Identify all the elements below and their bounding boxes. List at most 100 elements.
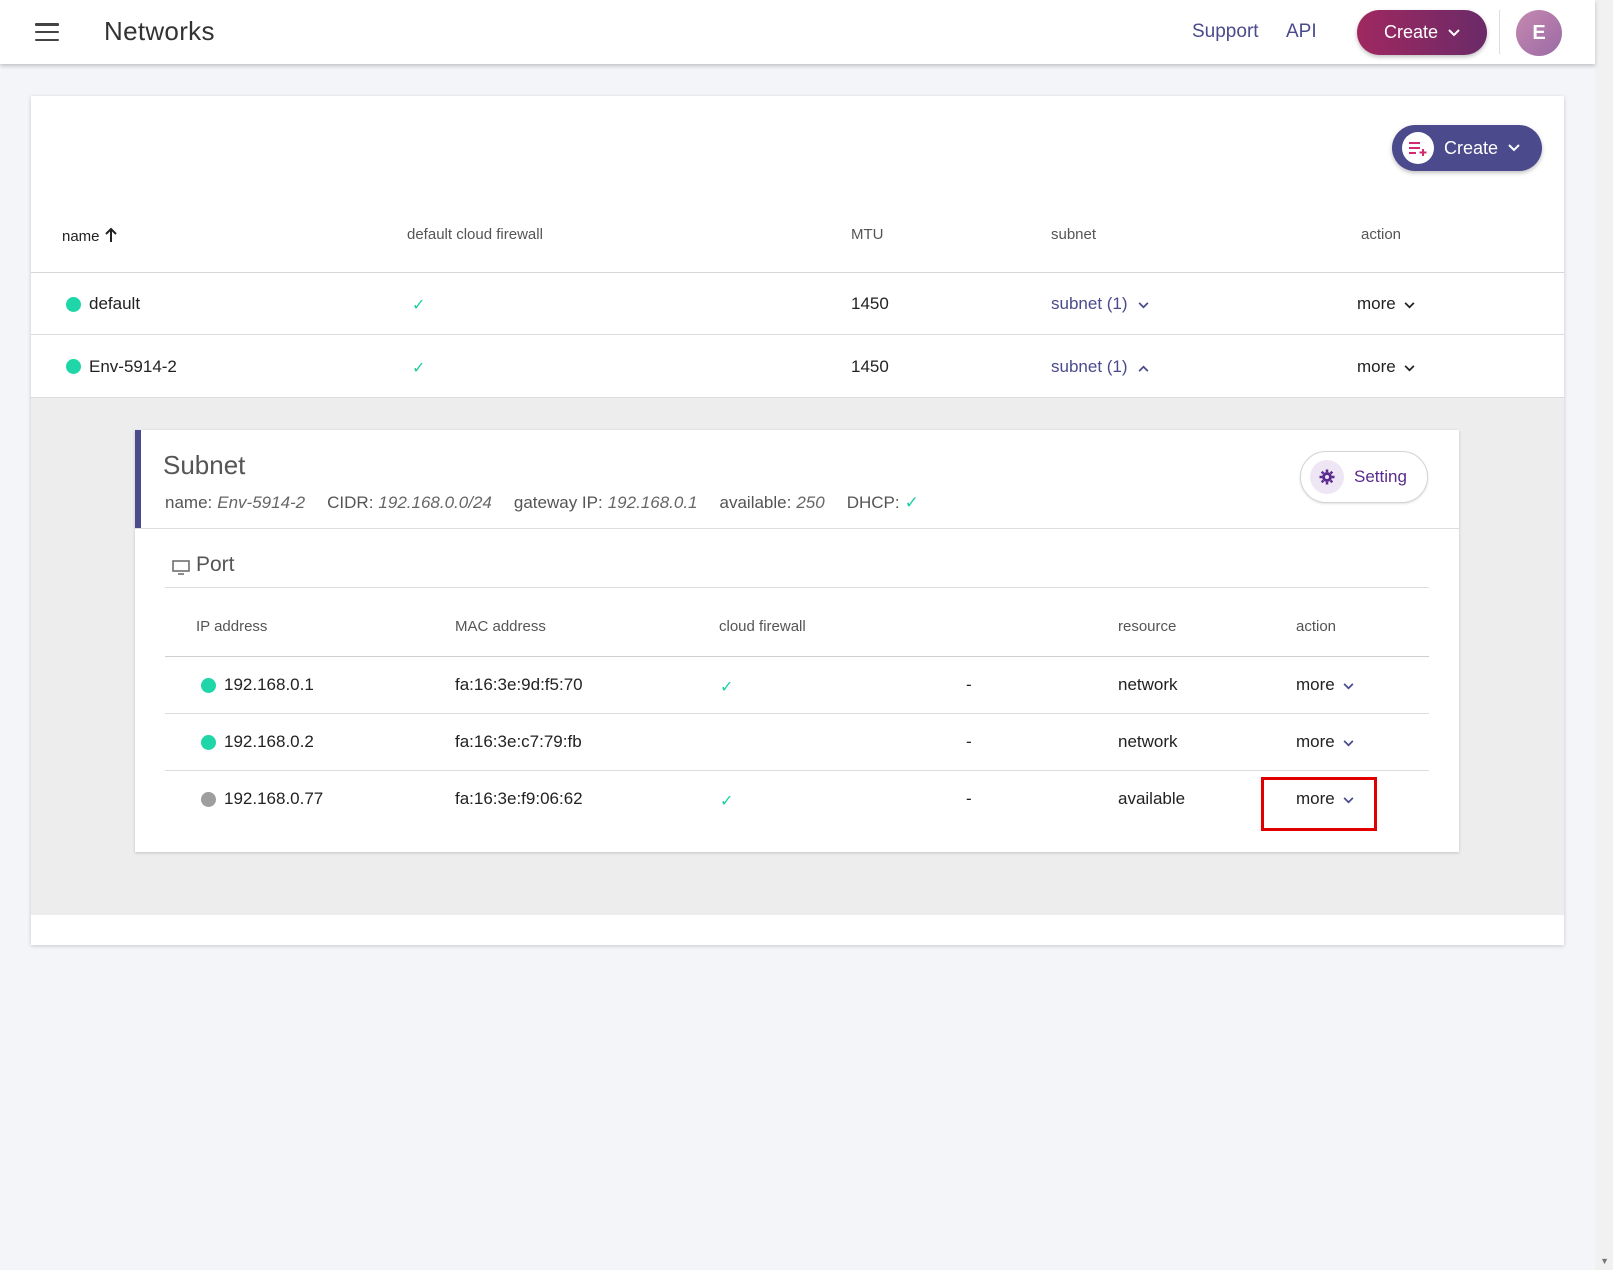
support-link[interactable]: Support	[1192, 21, 1259, 43]
port-header-mac: MAC address	[455, 618, 546, 635]
port-header-ip: IP address	[196, 618, 268, 635]
divider	[1499, 10, 1500, 54]
port-dash: -	[966, 732, 972, 751]
chevron-down-icon	[1404, 302, 1415, 309]
port-title-label: Port	[196, 553, 235, 576]
port-ip: 192.168.0.1	[224, 675, 314, 694]
check-icon: ✓	[904, 493, 919, 512]
more-menu[interactable]: more	[1296, 675, 1354, 695]
port-header-resource: resource	[1118, 618, 1177, 635]
gear-icon	[1310, 460, 1344, 494]
create-network-button[interactable]: Create	[1392, 125, 1542, 171]
more-label: more	[1357, 294, 1396, 313]
divider	[135, 528, 1459, 529]
card-create-label: Create	[1444, 137, 1499, 158]
port-section-title: Port	[172, 553, 235, 577]
check-icon: ✓	[720, 679, 734, 696]
subnet-toggle[interactable]: subnet (1)	[1051, 357, 1149, 377]
column-header-firewall: default cloud firewall	[407, 226, 543, 243]
page: Networks Support API Create E Create nam…	[0, 0, 1613, 1270]
status-dot	[66, 297, 81, 312]
more-menu[interactable]: more	[1296, 789, 1354, 809]
subnet-cidr-value: 192.168.0.0/24	[378, 493, 492, 512]
subnet-card: Subnet name: Env-5914-2 CIDR: 192.168.0.0/…	[135, 430, 1459, 852]
port-mac: fa:16:3e:f9:06:62	[455, 789, 583, 808]
top-create-label: Create	[1383, 22, 1439, 42]
port-mac: fa:16:3e:9d:f5:70	[455, 675, 583, 694]
subnet-dhcp-label: DHCP:	[846, 493, 900, 512]
subnet-cidr-label: CIDR:	[327, 493, 374, 512]
api-link[interactable]: API	[1286, 21, 1317, 43]
add-list-icon	[1402, 132, 1434, 164]
table-row: Env-5914-2 ✓ 1450 subnet (1) more	[31, 336, 1564, 398]
user-avatar[interactable]: E	[1516, 10, 1562, 56]
more-label: more	[1296, 732, 1335, 751]
scroll-down-icon[interactable]: ▼	[1600, 1256, 1609, 1266]
networks-card: Create name default cloud firewall MTU s…	[31, 96, 1564, 945]
status-dot	[66, 359, 81, 374]
scrollbar[interactable]: ▼	[1595, 0, 1613, 1270]
port-row: 192.168.0.2 fa:16:3e:c7:79:fb - network …	[165, 714, 1429, 771]
mtu-value: 1450	[851, 357, 889, 376]
setting-label: Setting	[1354, 467, 1407, 486]
mtu-value: 1450	[851, 294, 889, 313]
status-dot	[201, 735, 216, 750]
port-dash: -	[966, 789, 972, 808]
header-name-label: name	[62, 228, 100, 245]
chevron-up-icon	[1138, 365, 1149, 372]
chevron-down-icon	[1343, 740, 1354, 747]
chevron-down-icon	[1508, 144, 1520, 152]
table-row: default ✓ 1450 subnet (1) more	[31, 273, 1564, 335]
port-ip: 192.168.0.77	[224, 789, 324, 808]
subnet-available-value: 250	[796, 493, 825, 512]
setting-button[interactable]: Setting	[1300, 451, 1428, 503]
subnet-cidr-field: CIDR: 192.168.0.0/24	[327, 493, 492, 513]
check-icon: ✓	[720, 793, 734, 810]
subnet-toggle[interactable]: subnet (1)	[1051, 294, 1149, 314]
port-resource: available	[1118, 789, 1186, 808]
port-header-firewall: cloud firewall	[719, 618, 806, 635]
column-header-mtu: MTU	[851, 226, 884, 243]
subnet-available-label: available:	[719, 493, 792, 512]
subnet-name-value: Env-5914-2	[217, 493, 306, 512]
status-dot	[201, 792, 216, 807]
subnet-details: name: Env-5914-2 CIDR: 192.168.0.0/24 gate…	[165, 493, 919, 513]
subnet-toggle-label: subnet (1)	[1051, 294, 1128, 313]
more-menu[interactable]: more	[1357, 357, 1415, 377]
accent-bar	[135, 430, 141, 528]
chevron-down-icon	[1448, 28, 1460, 36]
column-header-name[interactable]: name	[62, 227, 118, 245]
sort-up-icon	[104, 227, 117, 242]
top-bar: Networks Support API Create E	[0, 0, 1595, 64]
check-icon: ✓	[412, 360, 426, 377]
subnet-available-field: available: 250	[720, 493, 825, 513]
more-label: more	[1296, 675, 1335, 694]
network-name: Env-5914-2	[89, 357, 177, 376]
top-create-button[interactable]: Create	[1357, 10, 1487, 55]
more-menu[interactable]: more	[1296, 732, 1354, 752]
resource-link[interactable]: network	[1118, 675, 1178, 695]
more-label: more	[1296, 789, 1335, 808]
port-mac: fa:16:3e:c7:79:fb	[455, 732, 582, 751]
column-header-subnet: subnet	[1051, 226, 1097, 243]
chevron-down-icon	[1343, 683, 1354, 690]
check-icon: ✓	[412, 297, 426, 314]
subnet-title: Subnet	[163, 450, 246, 480]
port-header-action: action	[1296, 618, 1337, 635]
port-row: 192.168.0.77 fa:16:3e:f9:06:62 ✓ - avail…	[165, 771, 1429, 828]
port-ip: 192.168.0.2	[224, 732, 314, 751]
port-resource: network	[1118, 732, 1178, 751]
chevron-down-icon	[1404, 365, 1415, 372]
page-title: Networks	[104, 16, 215, 46]
chevron-down-icon	[1138, 302, 1149, 309]
subnet-gateway-field: gateway IP: 192.168.0.1	[514, 493, 698, 513]
more-menu[interactable]: more	[1357, 294, 1415, 314]
network-name: default	[89, 294, 141, 313]
column-header-action: action	[1361, 226, 1402, 243]
menu-icon[interactable]	[35, 23, 59, 41]
subnet-gateway-value: 192.168.0.1	[607, 493, 698, 512]
subnet-dhcp-field: DHCP: ✓	[847, 493, 919, 513]
status-dot	[201, 678, 216, 693]
port-row: 192.168.0.1 fa:16:3e:9d:f5:70 ✓ - networ…	[165, 657, 1429, 714]
chevron-down-icon	[1343, 797, 1354, 804]
